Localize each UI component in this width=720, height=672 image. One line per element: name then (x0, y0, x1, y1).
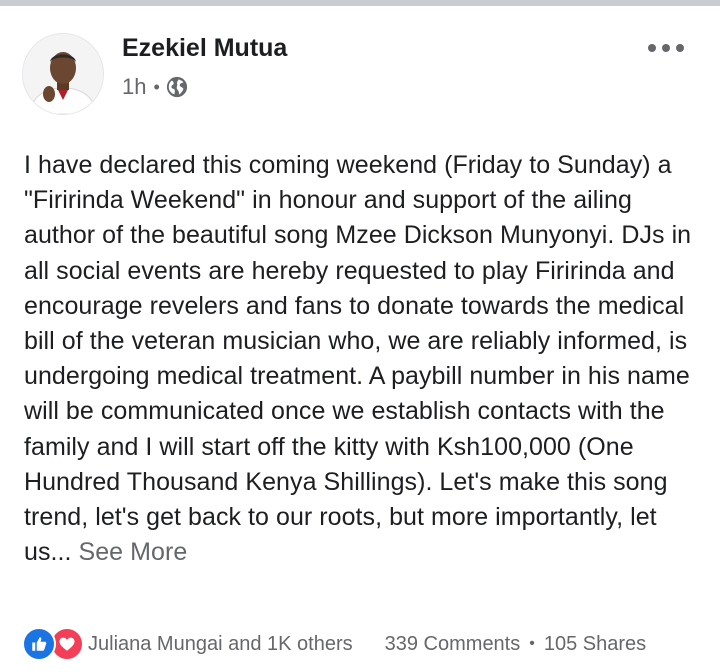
post-footer: Juliana Mungai and 1K others 339 Comment… (22, 626, 704, 662)
author-name[interactable]: Ezekiel Mutua (122, 34, 287, 63)
post-card: Ezekiel Mutua 1h • I have declared this … (0, 6, 720, 672)
reactions-summary[interactable]: Juliana Mungai and 1K others (22, 627, 353, 661)
see-more-link[interactable]: See More (79, 538, 188, 566)
like-icon (22, 627, 56, 661)
post-body: I have declared this coming weekend (Fri… (24, 148, 704, 570)
more-options-button[interactable] (648, 36, 684, 60)
avatar-image (23, 34, 103, 114)
comments-count[interactable]: 339 Comments (385, 633, 521, 656)
shares-count[interactable]: 105 Shares (544, 633, 646, 656)
globe-icon[interactable] (166, 76, 188, 98)
post-meta: 1h • (122, 74, 188, 100)
meta-separator: • (153, 76, 160, 97)
more-dot (676, 44, 684, 52)
post-body-text: I have declared this coming weekend (Fri… (24, 151, 692, 567)
footer-separator: • (529, 635, 535, 652)
more-dot (648, 44, 656, 52)
more-dot (662, 44, 670, 52)
reactors-text: Juliana Mungai and 1K others (88, 632, 353, 655)
avatar[interactable] (22, 33, 104, 115)
post-time[interactable]: 1h (122, 74, 146, 100)
